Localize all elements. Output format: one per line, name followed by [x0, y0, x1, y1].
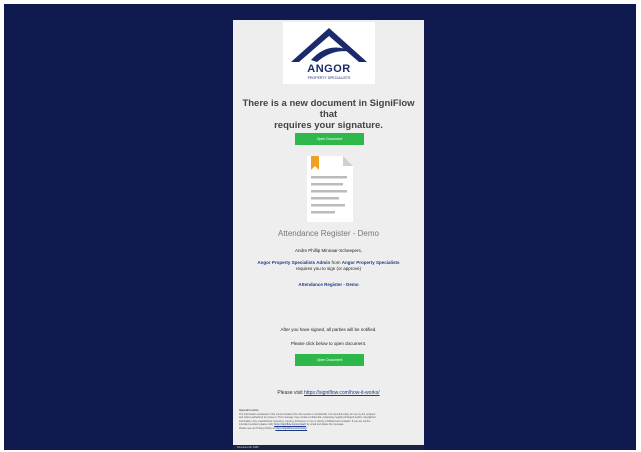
disclaimer: Important notice The information contain… — [239, 409, 418, 430]
document-link[interactable]: Attendance Register - Demo — [233, 282, 424, 288]
notify-text: After you have signed, all parties will … — [280, 327, 377, 332]
document-title: Attendance Register - Demo — [278, 229, 379, 238]
open-document-button-2[interactable]: Open Document — [295, 354, 364, 366]
document-icon — [307, 156, 353, 222]
click-instruction: Please click below to open document. — [290, 341, 367, 346]
disclaimer-line-5: Please see our Privacy Policy at https:/… — [239, 427, 418, 431]
visit-prefix: Please visit — [277, 390, 305, 396]
brand-name: ANGOR — [307, 63, 351, 75]
email-body: ANGOR PROPERTY SPECIALISTS There is a ne… — [233, 20, 424, 450]
headline-line-1: There is a new document in SigniFlow tha… — [242, 98, 415, 120]
from-word: from — [330, 260, 342, 265]
footer-bar: Document ID: 9145 — [233, 445, 424, 450]
disclaimer-line-4-suffix: by email and delete the message. — [306, 423, 345, 426]
brand-logo: ANGOR PROPERTY SPECIALISTS — [283, 22, 375, 84]
how-it-works-link[interactable]: https://signiflow.com/how-it-works/ — [304, 390, 380, 396]
open-document-button[interactable]: Open Document — [295, 133, 364, 145]
recipient-greeting: Andre Phillip Minnaar-Scheepers, — [294, 248, 363, 253]
brand-tagline: PROPERTY SPECIALISTS — [307, 76, 351, 80]
sender-link[interactable]: Angor Property Specialists Admin — [257, 260, 330, 265]
privacy-link[interactable]: https://signiflow.com/privacy/ — [275, 427, 307, 430]
sender-org-link[interactable]: Angor Property Specialists — [342, 260, 400, 265]
headline-line-2: requires your signature. — [274, 120, 383, 131]
visit-line: Please visit https://signiflow.com/how-i… — [233, 390, 424, 396]
request-text: requires you to sign (or approve) — [295, 266, 362, 271]
disclaimer-line-5-prefix: Please see our Privacy Policy at — [239, 426, 276, 430]
email-headline: There is a new document in SigniFlow tha… — [237, 98, 420, 131]
document-id: Document ID: 9145 — [237, 446, 259, 449]
background-frame: ANGOR PROPERTY SPECIALISTS There is a ne… — [4, 4, 636, 450]
